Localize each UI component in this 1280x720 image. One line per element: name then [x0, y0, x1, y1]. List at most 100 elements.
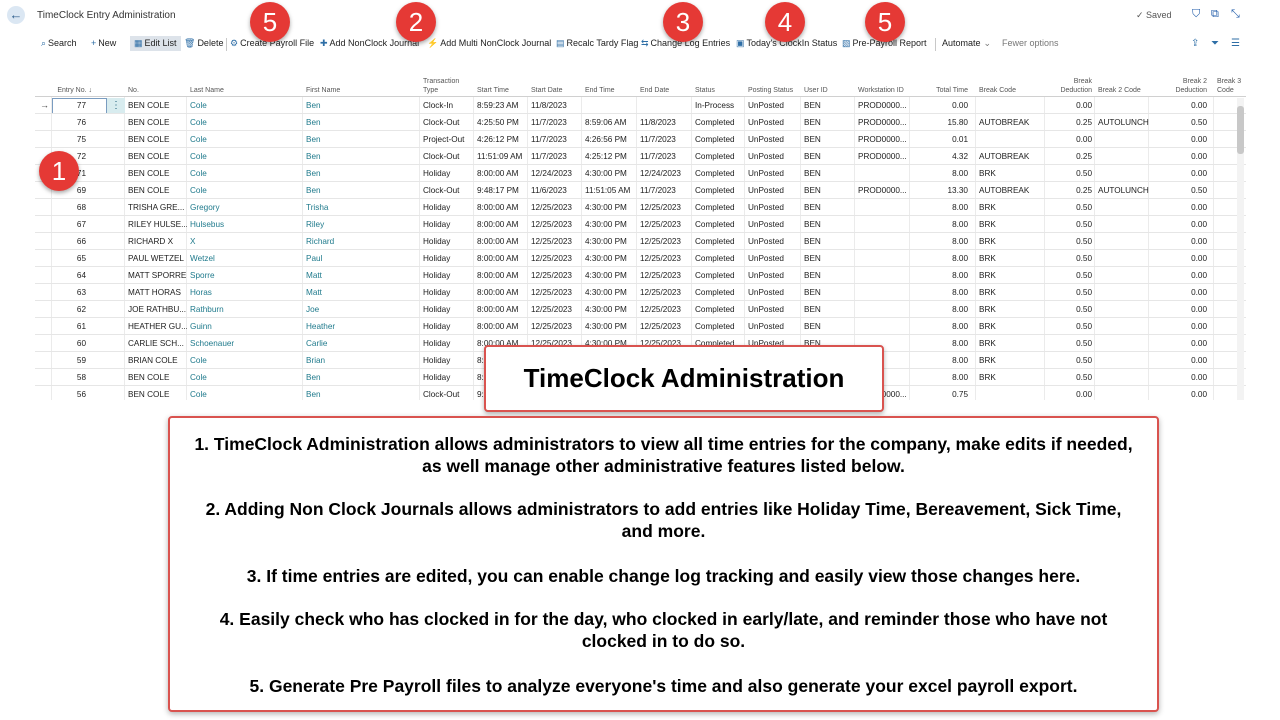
list-view-icon[interactable]: ☰ [1231, 38, 1240, 49]
table-cell[interactable]: 76 [52, 114, 89, 131]
table-cell[interactable]: Ben [303, 148, 420, 165]
table-cell[interactable]: Ben [303, 114, 420, 131]
table-cell [976, 131, 1045, 148]
table-cell[interactable]: 64 [52, 267, 89, 284]
table-cell[interactable]: Ben [303, 386, 420, 400]
table-cell[interactable]: Matt [303, 267, 420, 284]
column-header[interactable]: Last Name [187, 70, 303, 96]
column-header[interactable]: Total Time [910, 70, 971, 96]
table-cell[interactable]: Cole [187, 114, 303, 131]
table-cell[interactable]: Richard [303, 233, 420, 250]
table-cell[interactable]: Cole [187, 97, 303, 114]
column-header[interactable]: No. [125, 70, 187, 96]
table-cell[interactable]: Rathburn [187, 301, 303, 318]
back-arrow-icon[interactable]: ← [7, 6, 25, 24]
table-cell[interactable]: 66 [52, 233, 89, 250]
table-cell[interactable]: Cole [187, 352, 303, 369]
table-cell[interactable]: X [187, 233, 303, 250]
column-header[interactable]: End Time [582, 70, 637, 96]
table-cell: 8:00:00 AM [477, 322, 519, 331]
table-cell[interactable]: 62 [52, 301, 89, 318]
table-cell[interactable]: Ben [303, 165, 420, 182]
filter-icon[interactable]: ⏷ [1211, 38, 1219, 49]
column-header[interactable]: End Date [637, 70, 692, 96]
add-multi-nonclock-journal-button[interactable]: ⚡ Add Multi NonClock Journal [427, 38, 551, 49]
table-cell[interactable]: 75 [52, 131, 89, 148]
column-header[interactable]: Break 2 Deduction [1149, 70, 1210, 96]
recalc-tardy-flag-button[interactable]: ▤ Recalc Tardy Flag [556, 38, 638, 49]
table-cell: 8:00:00 AM [477, 220, 519, 229]
table-cell: 4:30:00 PM [585, 203, 627, 212]
table-cell: BEN COLE [128, 186, 170, 195]
scrollbar-thumb[interactable] [1237, 106, 1244, 154]
column-header[interactable]: Start Date [528, 70, 582, 96]
table-cell[interactable]: Ben [303, 131, 420, 148]
share-icon[interactable]: ⇪ [1191, 38, 1199, 49]
column-header[interactable]: Break 3 Code [1214, 70, 1246, 96]
column-header[interactable]: Status [692, 70, 745, 96]
table-cell[interactable]: Sporre [187, 267, 303, 284]
table-cell[interactable]: Cole [187, 182, 303, 199]
column-header[interactable]: Workstation ID [855, 70, 910, 96]
table-cell[interactable]: Paul [303, 250, 420, 267]
table-cell[interactable]: Brian [303, 352, 420, 369]
table-cell[interactable]: 68 [52, 199, 89, 216]
column-header[interactable]: First Name [303, 70, 420, 96]
table-cell[interactable]: Cole [187, 131, 303, 148]
column-header[interactable]: Entry No. ↓ [52, 70, 95, 96]
table-cell[interactable]: Horas [187, 284, 303, 301]
bookmark-icon[interactable]: ⛉ [1192, 8, 1200, 21]
column-header[interactable]: User ID [801, 70, 855, 96]
badge-4: 4 [765, 2, 805, 42]
column-header[interactable]: Break Deduction [1045, 70, 1095, 96]
column-header[interactable]: Break Code [976, 70, 1045, 96]
table-cell[interactable]: 77 [52, 97, 89, 114]
row-actions-icon[interactable]: ⋮ [107, 98, 125, 114]
table-cell[interactable]: Cole [187, 369, 303, 386]
table-cell: 4:25:50 PM [477, 118, 519, 127]
table-cell[interactable]: Joe [303, 301, 420, 318]
table-cell[interactable]: Cole [187, 386, 303, 400]
table-cell[interactable]: Cole [187, 165, 303, 182]
table-cell[interactable]: Riley [303, 216, 420, 233]
table-cell[interactable]: 60 [52, 335, 89, 352]
table-cell[interactable]: 67 [52, 216, 89, 233]
column-header[interactable]: Start Time [474, 70, 528, 96]
edit-list-button[interactable]: ▦ Edit List [130, 36, 181, 51]
table-cell[interactable]: 56 [52, 386, 89, 400]
table-cell[interactable]: Carlie [303, 335, 420, 352]
table-cell[interactable]: Matt [303, 284, 420, 301]
table-cell[interactable]: Hulsebus [187, 216, 303, 233]
search-button[interactable]: ⌕ Search [41, 38, 77, 49]
table-cell[interactable]: 65 [52, 250, 89, 267]
table-cell[interactable]: Ben [303, 369, 420, 386]
badge-3: 3 [663, 2, 703, 42]
table-cell[interactable]: Heather [303, 318, 420, 335]
table-cell[interactable]: Trisha [303, 199, 420, 216]
table-cell: PROD0000... [858, 101, 907, 110]
automate-menu[interactable]: Automate ⌄ [942, 38, 991, 49]
add-nonclock-journal-button[interactable]: ✚ Add NonClock Journal [320, 38, 419, 49]
collapse-icon[interactable]: ⤡ [1231, 8, 1240, 21]
table-cell[interactable]: 61 [52, 318, 89, 335]
column-header[interactable]: Posting Status [745, 70, 801, 96]
table-cell[interactable]: Gregory [187, 199, 303, 216]
table-cell [855, 284, 910, 301]
table-cell[interactable]: Ben [303, 182, 420, 199]
table-cell: UnPosted [748, 220, 784, 229]
table-cell: 0.00 [1191, 356, 1207, 365]
column-header[interactable]: Transaction Type [420, 70, 474, 96]
table-cell[interactable]: Cole [187, 148, 303, 165]
table-cell[interactable]: 59 [52, 352, 89, 369]
fewer-options-button[interactable]: Fewer options [1002, 38, 1059, 48]
table-cell[interactable]: 63 [52, 284, 89, 301]
table-cell[interactable]: Ben [303, 97, 420, 114]
column-header[interactable]: Break 2 Code [1095, 70, 1149, 96]
table-cell[interactable]: 58 [52, 369, 89, 386]
delete-button[interactable]: 🗑 Delete [184, 38, 223, 49]
open-new-window-icon[interactable]: ⧉ [1211, 8, 1219, 21]
table-cell[interactable]: Guinn [187, 318, 303, 335]
table-cell[interactable]: Wetzel [187, 250, 303, 267]
new-button[interactable]: + New [91, 38, 116, 48]
table-cell[interactable]: Schoenauer [187, 335, 303, 352]
